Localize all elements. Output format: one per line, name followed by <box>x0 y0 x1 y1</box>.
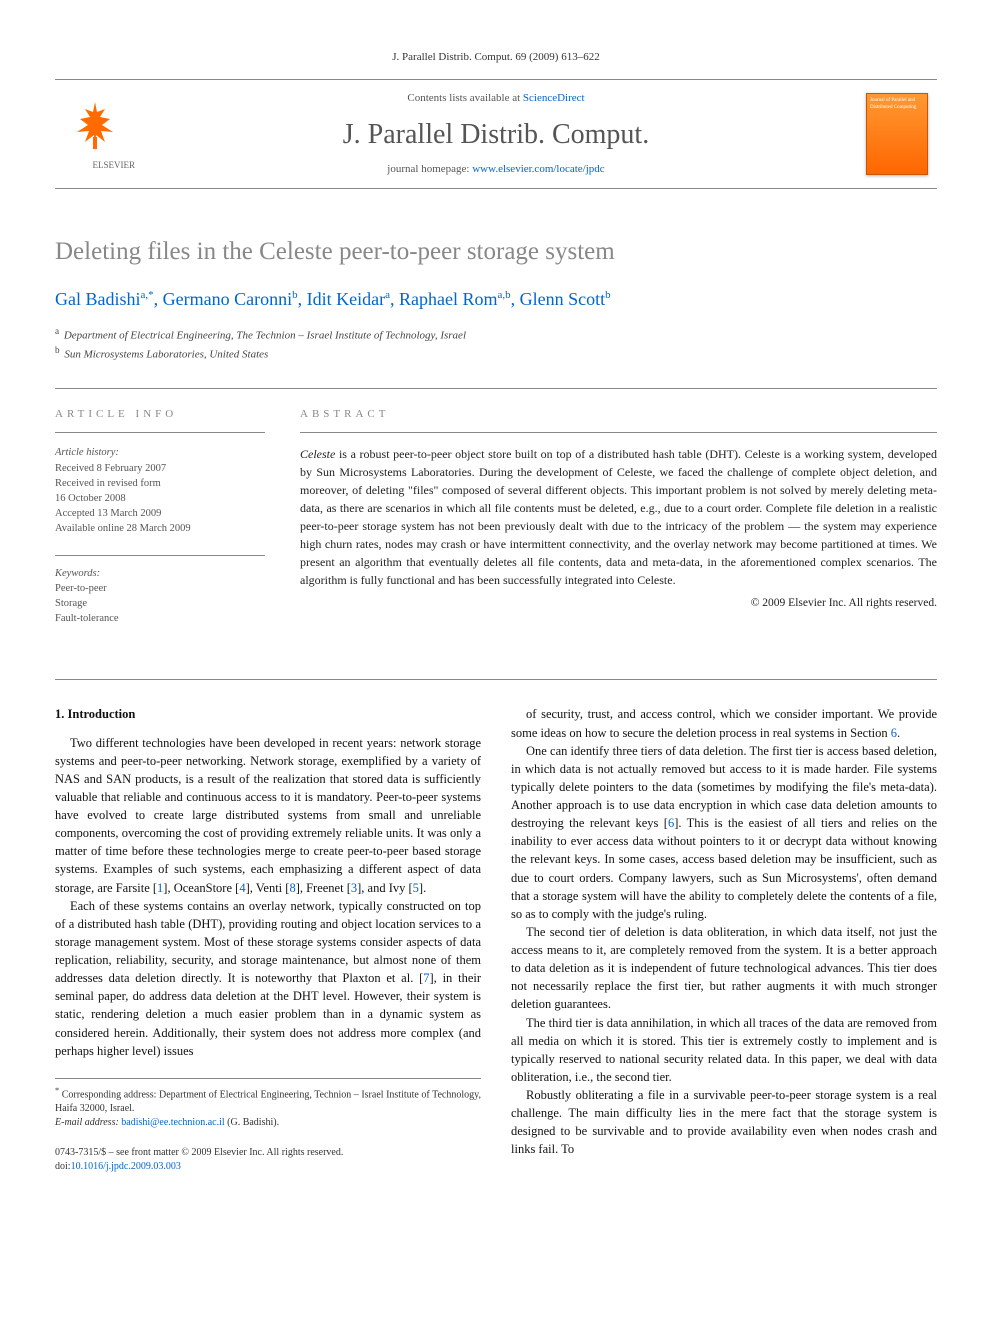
body-paragraph: Two different technologies have been dev… <box>55 734 481 897</box>
abstract-text: Celeste is a robust peer-to-peer object … <box>300 445 937 589</box>
history-label: Article history: <box>55 445 265 460</box>
masthead-center: Contents lists available at ScienceDirec… <box>135 88 857 180</box>
journal-title: J. Parallel Distrib. Comput. <box>135 115 857 154</box>
contents-available-line: Contents lists available at ScienceDirec… <box>135 91 857 106</box>
publisher-logo-block: ELSEVIER <box>55 88 135 180</box>
email-footnote: E-mail address: badishi@ee.technion.ac.i… <box>55 1116 481 1130</box>
body-paragraph: Each of these systems contains an overla… <box>55 897 481 1060</box>
article-info-column: ARTICLE INFO Article history: Received 8… <box>55 407 265 645</box>
keyword-line: Peer-to-peer <box>55 581 265 596</box>
body-paragraph: Robustly obliterating a file in a surviv… <box>511 1086 937 1159</box>
article-page: J. Parallel Distrib. Comput. 69 (2009) 6… <box>0 0 992 1224</box>
body-paragraph: of security, trust, and access control, … <box>511 705 937 741</box>
front-matter-line: 0743-7315/$ – see front matter © 2009 El… <box>55 1146 481 1160</box>
authors-list: Gal Badishia,*, Germano Caronnib, Idit K… <box>55 287 937 312</box>
body-paragraph: One can identify three tiers of data del… <box>511 742 937 923</box>
history-line: Received 8 February 2007 <box>55 461 265 476</box>
running-citation: J. Parallel Distrib. Comput. 69 (2009) 6… <box>55 50 937 65</box>
history-line: Available online 28 March 2009 <box>55 521 265 536</box>
journal-cover-thumbnail: Journal of Parallel and Distributed Comp… <box>866 93 928 175</box>
affiliations: a Department of Electrical Engineering, … <box>55 325 937 363</box>
journal-homepage-link[interactable]: www.elsevier.com/locate/jpdc <box>472 163 604 175</box>
body-column-left: 1. Introduction Two different technologi… <box>55 705 481 1174</box>
body-column-right: of security, trust, and access control, … <box>511 705 937 1174</box>
info-abstract-row: ARTICLE INFO Article history: Received 8… <box>55 388 937 645</box>
journal-masthead: ELSEVIER Contents lists available at Sci… <box>55 79 937 189</box>
history-line: 16 October 2008 <box>55 491 265 506</box>
article-title: Deleting files in the Celeste peer-to-pe… <box>55 234 937 269</box>
body-paragraph: The third tier is data annihilation, in … <box>511 1014 937 1087</box>
corresponding-footnote: * Corresponding address: Department of E… <box>55 1085 481 1116</box>
article-info-heading: ARTICLE INFO <box>55 407 265 433</box>
elsevier-tree-icon <box>65 97 125 157</box>
sciencedirect-link[interactable]: ScienceDirect <box>523 92 585 104</box>
email-address-link[interactable]: badishi@ee.technion.ac.il <box>121 1117 224 1128</box>
history-line: Accepted 13 March 2009 <box>55 506 265 521</box>
body-paragraph: The second tier of deletion is data obli… <box>511 923 937 1014</box>
history-line: Received in revised form <box>55 476 265 491</box>
body-two-column: 1. Introduction Two different technologi… <box>55 679 937 1174</box>
affiliation-line: a Department of Electrical Engineering, … <box>55 325 937 344</box>
doi-line: doi:10.1016/j.jpdc.2009.03.003 <box>55 1160 481 1174</box>
homepage-prefix: journal homepage: <box>387 163 472 175</box>
keyword-line: Storage <box>55 596 265 611</box>
article-history-block: Article history: Received 8 February 200… <box>55 445 265 536</box>
abstract-heading: ABSTRACT <box>300 407 937 433</box>
publisher-name: ELSEVIER <box>93 159 136 172</box>
doi-link[interactable]: 10.1016/j.jpdc.2009.03.003 <box>71 1161 181 1172</box>
footer-copyright-block: 0743-7315/$ – see front matter © 2009 El… <box>55 1146 481 1174</box>
affiliation-line: b Sun Microsystems Laboratories, United … <box>55 344 937 363</box>
abstract-copyright: © 2009 Elsevier Inc. All rights reserved… <box>300 595 937 611</box>
homepage-line: journal homepage: www.elsevier.com/locat… <box>135 162 857 177</box>
keyword-line: Fault-tolerance <box>55 611 265 626</box>
footnotes-block: * Corresponding address: Department of E… <box>55 1078 481 1130</box>
journal-cover-block: Journal of Parallel and Distributed Comp… <box>857 88 937 180</box>
contents-prefix: Contents lists available at <box>407 92 522 104</box>
keywords-label: Keywords: <box>55 566 265 581</box>
keywords-block: Keywords: Peer-to-peerStorageFault-toler… <box>55 555 265 627</box>
intro-heading: 1. Introduction <box>55 705 481 723</box>
abstract-column: ABSTRACT Celeste is a robust peer-to-pee… <box>300 407 937 645</box>
